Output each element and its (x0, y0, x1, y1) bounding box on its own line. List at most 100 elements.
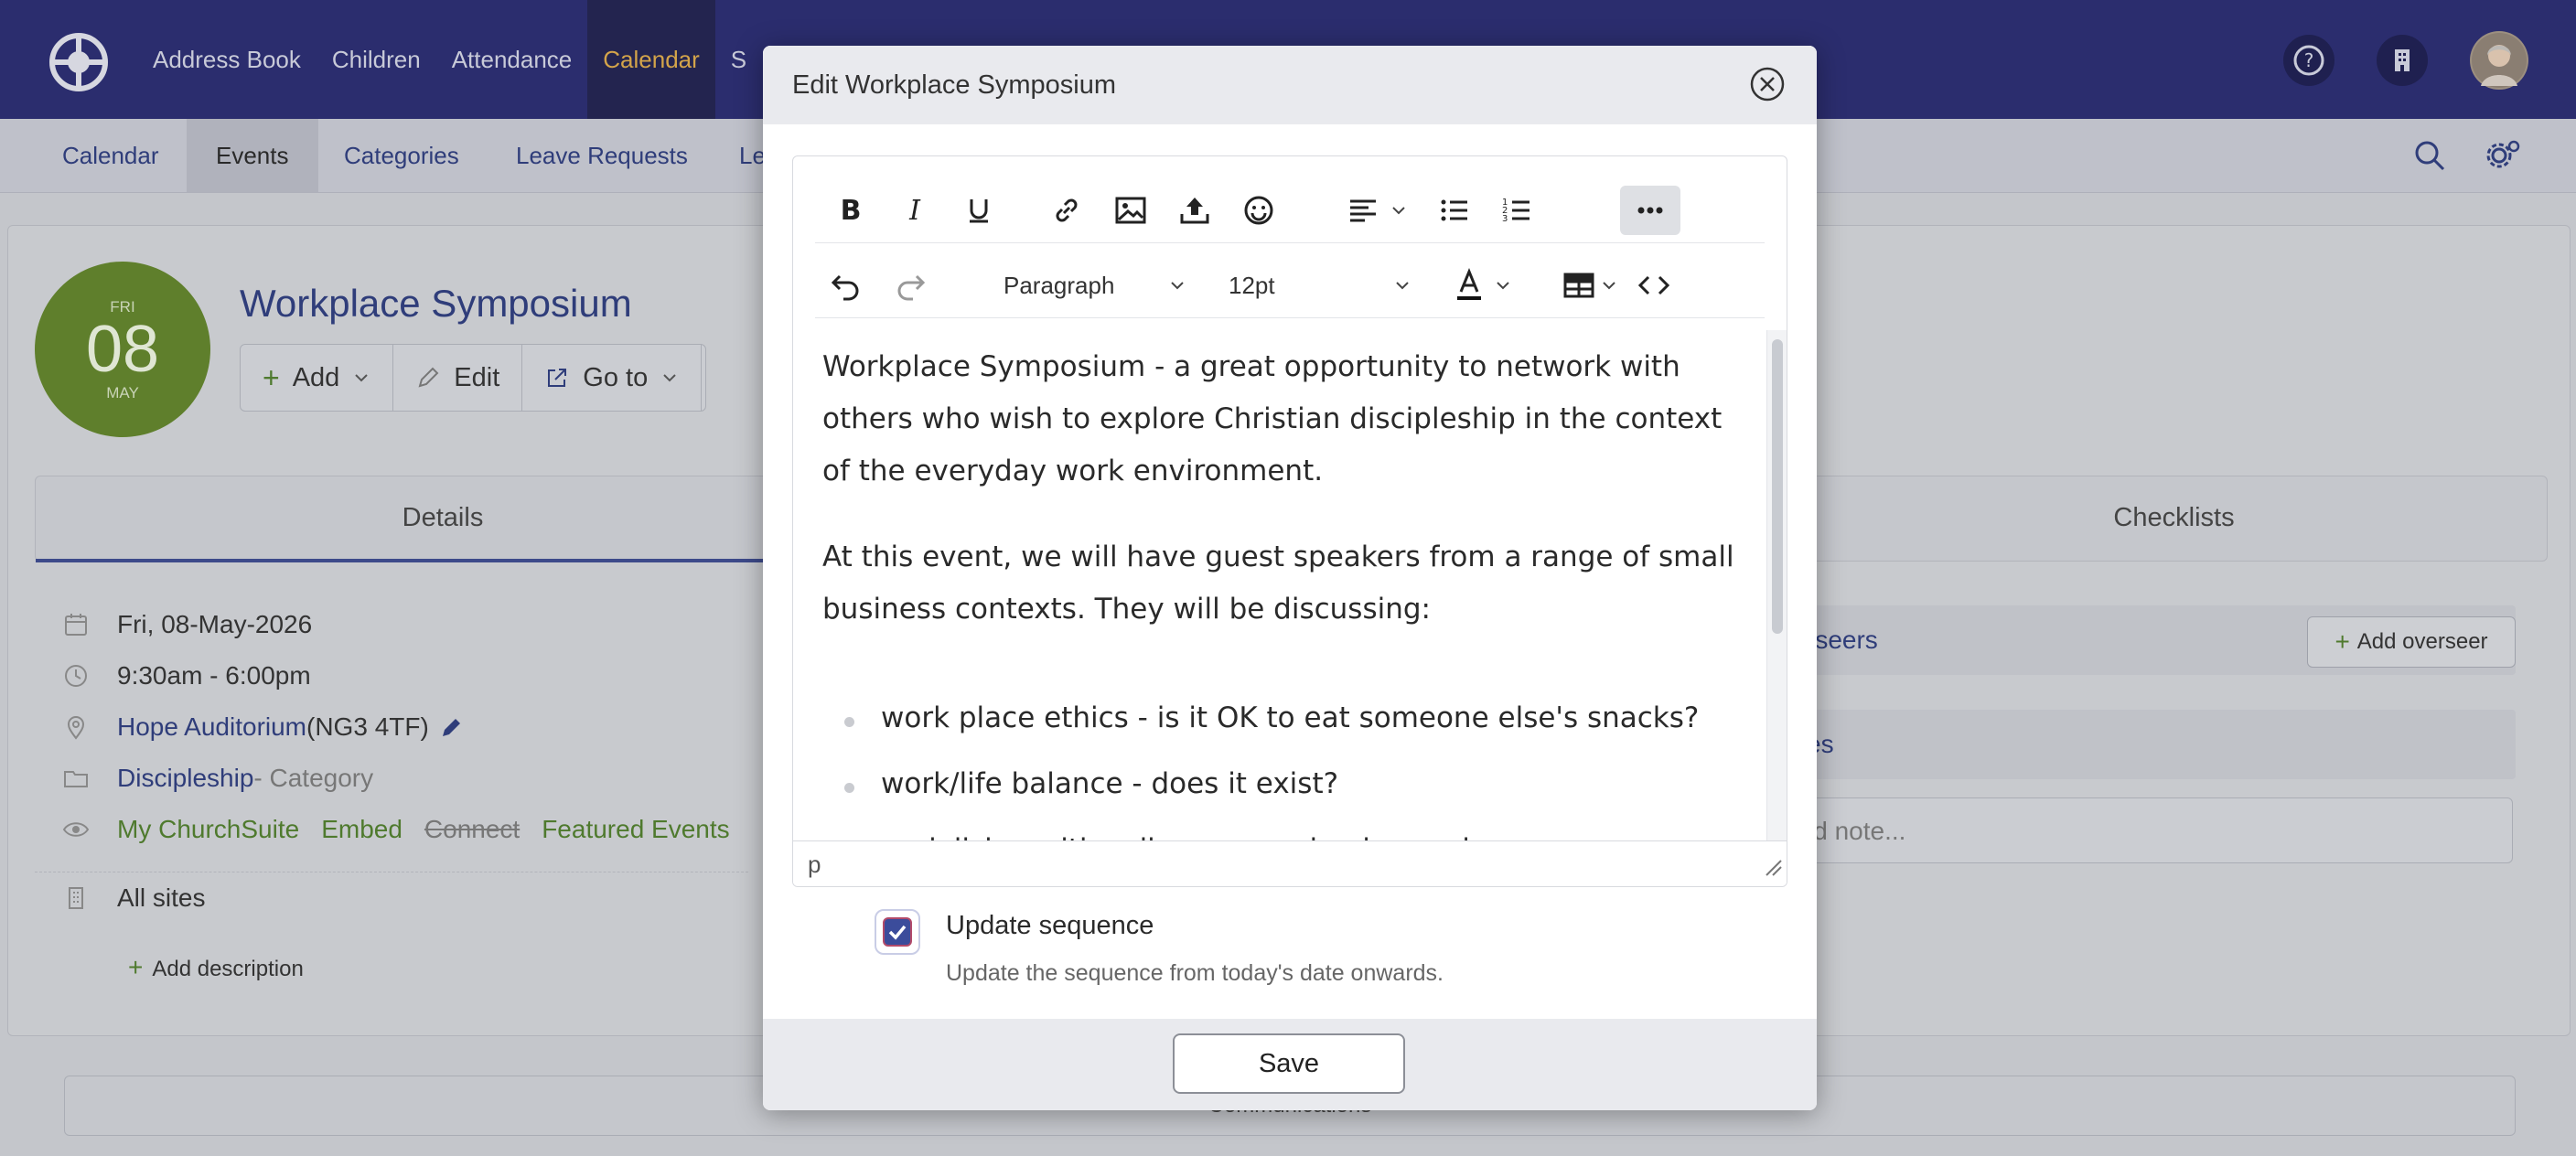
underline-button[interactable] (954, 186, 1004, 235)
italic-icon: I (908, 195, 921, 227)
insert-link-button[interactable] (1042, 186, 1091, 235)
chevron-down-icon (355, 374, 369, 382)
image-icon (1115, 197, 1146, 224)
editor-status-bar: p (793, 840, 1787, 886)
table-button[interactable] (1554, 261, 1604, 310)
resize-handle-icon[interactable] (1763, 857, 1783, 877)
building-icon (35, 884, 117, 912)
add-dropdown-button[interactable]: + Add (241, 345, 394, 411)
text-color-button[interactable] (1444, 261, 1494, 310)
chevron-down-icon[interactable] (1390, 201, 1408, 219)
add-note-input[interactable]: ld note... (1770, 797, 2513, 863)
visibility-connect: Connect (424, 815, 521, 843)
content-paragraph: At this event, we will have guest speake… (822, 541, 1734, 626)
plus-icon: + (128, 953, 144, 981)
detail-category: Discipleship - Category (35, 753, 748, 804)
svg-text:I: I (908, 195, 921, 227)
source-code-button[interactable] (1629, 261, 1679, 310)
topnav-truncated-item[interactable]: S (715, 0, 762, 119)
location-postcode: (NG3 4TF) (306, 712, 429, 741)
chevron-down-icon (663, 374, 676, 382)
bullet-list-button[interactable] (1430, 186, 1479, 235)
subnav-categories[interactable]: Categories (315, 119, 488, 192)
more-actions-button[interactable] (702, 345, 705, 411)
redo-icon (897, 274, 926, 301)
search-icon[interactable] (2411, 137, 2448, 174)
chevron-down-icon[interactable] (1168, 276, 1186, 294)
topnav-attendance[interactable]: Attendance (436, 0, 588, 119)
chevron-down-icon[interactable] (1600, 276, 1618, 294)
tab-details[interactable]: Details (36, 476, 850, 562)
svg-text:?: ? (2304, 49, 2314, 71)
font-size-dropdown[interactable]: 12pt (1229, 267, 1275, 304)
undo-button[interactable] (821, 261, 870, 310)
add-description-label: Add description (152, 957, 304, 981)
upload-icon (1180, 198, 1209, 224)
topnav-address-book[interactable]: Address Book (137, 0, 317, 119)
upload-button[interactable] (1170, 186, 1219, 235)
help-icon[interactable]: ? (2283, 35, 2334, 86)
chevron-down-icon[interactable] (1393, 276, 1411, 294)
visibility-embed: Embed (321, 815, 402, 843)
save-button[interactable]: Save (1173, 1033, 1405, 1094)
more-tools-button[interactable] (1620, 186, 1680, 235)
align-left-icon (1350, 199, 1376, 222)
add-overseer-button[interactable]: + Add overseer (2307, 616, 2516, 668)
list-item: work place ethics - is it OK to eat some… (881, 701, 1700, 734)
detail-date: Fri, 08-May-2026 (35, 599, 748, 650)
svg-text:3: 3 (1502, 214, 1508, 224)
date-badge-day: 08 (85, 313, 160, 386)
insert-image-button[interactable] (1106, 186, 1155, 235)
add-button-label: Add (292, 362, 340, 392)
svg-text:B: B (841, 195, 862, 227)
close-icon[interactable] (1749, 66, 1786, 102)
go-to-button-label: Go to (583, 362, 649, 392)
pencil-icon[interactable] (438, 713, 466, 741)
scrollbar-thumb[interactable] (1772, 339, 1783, 634)
app-logo-icon[interactable] (48, 31, 110, 93)
text-color-icon (1457, 268, 1481, 300)
go-to-dropdown-button[interactable]: Go to (522, 345, 703, 411)
bold-button[interactable]: B (826, 186, 875, 235)
event-title: Workplace Symposium (240, 282, 632, 325)
numbered-list-icon: 123 (1502, 198, 1530, 224)
event-time-text: 9:30am - 6:00pm (117, 661, 311, 690)
tab-checklists[interactable]: Checklists (1801, 476, 2547, 559)
edit-button[interactable]: Edit (393, 345, 523, 411)
overseers-heading: rseers (1807, 626, 1878, 654)
location-link[interactable]: Hope Auditorium (117, 712, 306, 742)
editor-scrollbar[interactable] (1766, 330, 1787, 840)
update-sequence-checkbox[interactable] (875, 909, 920, 955)
numbered-list-button[interactable]: 123 (1492, 186, 1541, 235)
add-overseer-label: Add overseer (2356, 629, 2488, 654)
redo-button[interactable] (886, 261, 936, 310)
notes-header: es (1770, 710, 2516, 779)
checkmark-icon (888, 925, 907, 940)
subnav-events[interactable]: Events (187, 119, 318, 192)
folder-icon (35, 765, 117, 792)
italic-button[interactable]: I (890, 186, 939, 235)
checkbox-checked-indicator (883, 917, 912, 947)
building-icon[interactable] (2377, 35, 2428, 86)
add-description-link[interactable]: + Add description (128, 953, 304, 982)
settings-gear-icon[interactable] (2483, 135, 2523, 176)
element-path[interactable]: p (808, 851, 821, 879)
event-date-text: Fri, 08-May-2026 (117, 610, 313, 638)
undo-icon (831, 274, 859, 301)
calendar-icon (35, 611, 117, 638)
update-sequence-label[interactable]: Update sequence (946, 911, 1154, 941)
topnav-children[interactable]: Children (317, 0, 436, 119)
user-avatar[interactable] (2470, 31, 2528, 90)
chevron-down-icon[interactable] (1494, 276, 1512, 294)
block-format-dropdown[interactable]: Paragraph (1004, 267, 1114, 304)
align-dropdown-button[interactable] (1338, 186, 1388, 235)
subnav-leave-requests[interactable]: Leave Requests (487, 119, 717, 192)
detail-location: Hope Auditorium (NG3 4TF) (35, 701, 748, 753)
toolbar-divider (815, 317, 1765, 318)
emoji-button[interactable] (1234, 186, 1283, 235)
topnav-calendar[interactable]: Calendar (587, 0, 715, 119)
table-icon (1563, 273, 1594, 298)
editor-content-area[interactable]: Workplace Symposium - a great opportunit… (793, 330, 1766, 842)
subnav-calendar[interactable]: Calendar (33, 119, 188, 192)
category-link[interactable]: Discipleship (117, 764, 253, 793)
